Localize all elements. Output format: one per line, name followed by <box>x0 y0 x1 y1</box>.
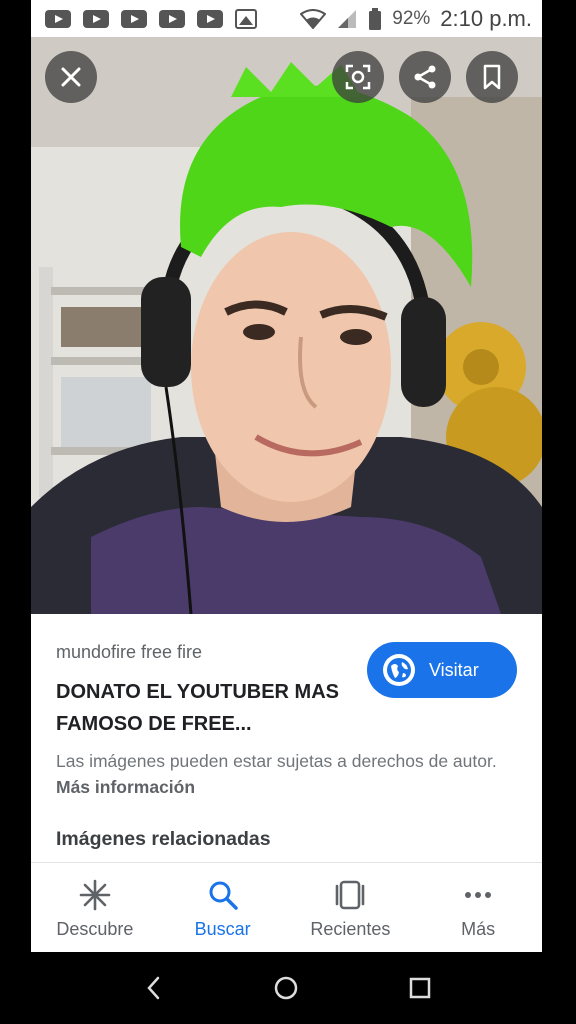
recents-square-icon[interactable] <box>408 976 432 1000</box>
battery-icon <box>369 7 382 30</box>
photo-scene <box>31 37 542 614</box>
back-icon[interactable] <box>144 975 164 1001</box>
visit-button[interactable]: Visitar <box>367 642 517 698</box>
globe-icon <box>383 654 415 686</box>
visit-label: Visitar <box>429 659 479 680</box>
related-images-heading: Imágenes relacionadas <box>56 828 271 850</box>
share-button[interactable] <box>399 51 451 103</box>
result-info-panel: mundofire free fire DONATO EL YOUTUBER M… <box>31 614 542 862</box>
copyright-notice: Las imágenes pueden estar sujetas a dere… <box>56 748 526 800</box>
wifi-icon <box>300 8 327 29</box>
bookmark-button[interactable] <box>466 51 518 103</box>
close-button[interactable] <box>45 51 97 103</box>
source-site[interactable]: mundofire free fire <box>56 642 202 663</box>
share-icon <box>414 65 436 89</box>
battery-percent: 92% <box>392 7 431 29</box>
youtube-icon <box>197 9 223 28</box>
recent-icon <box>336 880 365 910</box>
result-title[interactable]: DONATO EL YOUTUBER MAS FAMOSO DE FREE... <box>56 676 346 740</box>
nav-item-mas[interactable]: Más <box>414 863 542 952</box>
nav-label-descubre: Descubre <box>56 919 134 939</box>
rights-text: Las imágenes pueden estar sujetas a dere… <box>56 751 497 771</box>
close-icon <box>61 67 81 87</box>
nav-label-buscar: Buscar <box>194 919 251 939</box>
bottom-navigation: Descubre Buscar Recientes Más <box>31 862 542 952</box>
system-navigation-bar <box>0 952 576 1024</box>
home-icon[interactable] <box>273 975 299 1001</box>
nav-label-recientes: Recientes <box>310 919 391 939</box>
bookmark-icon <box>483 64 501 90</box>
notification-icons <box>45 8 257 29</box>
youtube-icon <box>159 9 185 28</box>
lens-icon <box>345 64 371 90</box>
nav-item-recientes[interactable]: Recientes <box>287 863 415 952</box>
search-icon <box>209 881 238 910</box>
more-info-link[interactable]: Más información <box>56 777 195 797</box>
clock: 2:10 p.m. <box>440 5 532 31</box>
lens-button[interactable] <box>332 51 384 103</box>
asterisk-icon <box>79 879 111 911</box>
nav-item-buscar[interactable]: Buscar <box>159 863 287 952</box>
status-bar: 92% 2:10 p.m. <box>31 0 542 37</box>
youtube-icon <box>45 9 71 28</box>
nav-item-descubre[interactable]: Descubre <box>31 863 159 952</box>
signal-icon <box>338 9 357 28</box>
gallery-icon <box>235 8 257 29</box>
youtube-icon <box>121 9 147 28</box>
more-icon <box>465 892 492 898</box>
image-preview[interactable] <box>31 37 542 614</box>
nav-label-mas: Más <box>461 919 496 939</box>
youtube-icon <box>83 9 109 28</box>
